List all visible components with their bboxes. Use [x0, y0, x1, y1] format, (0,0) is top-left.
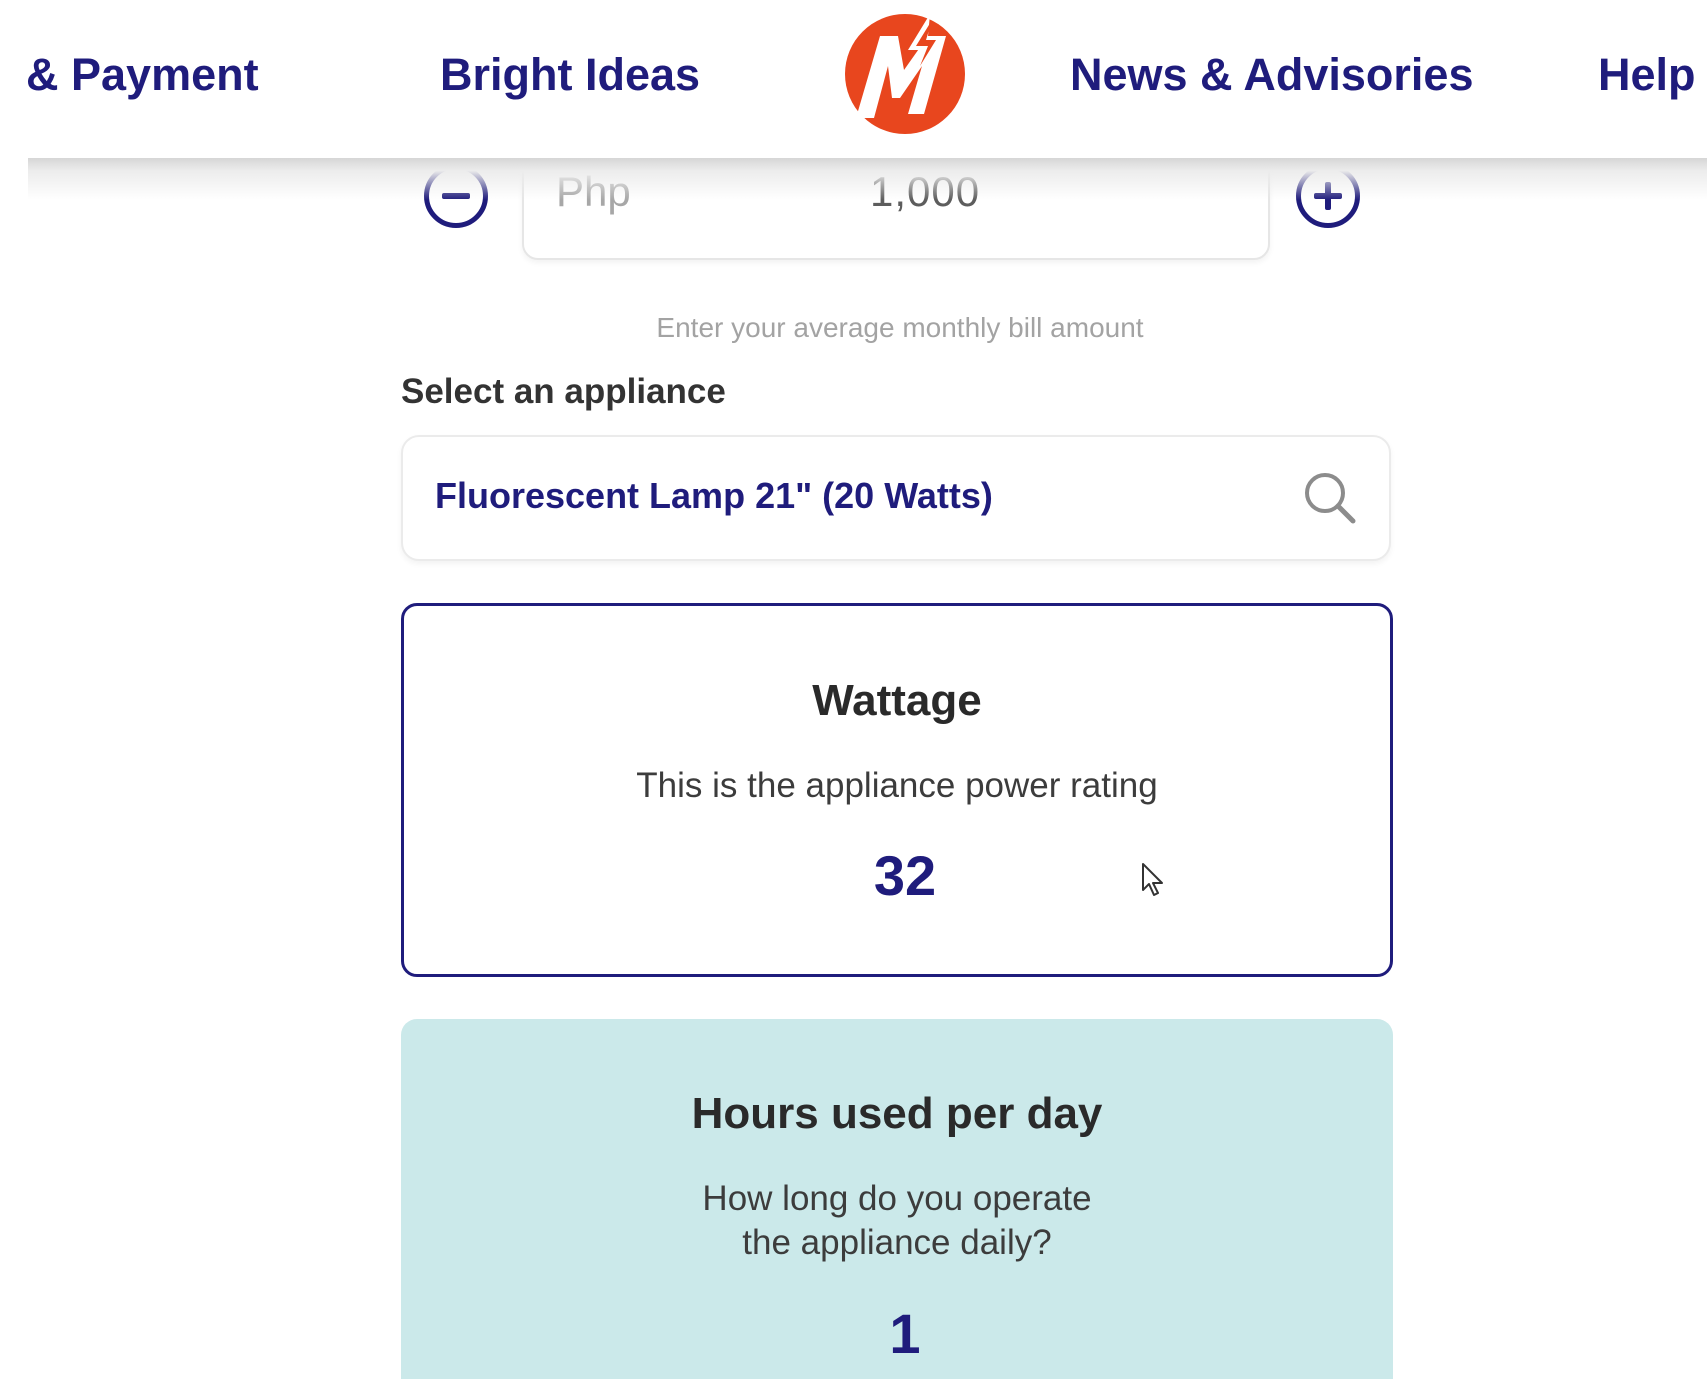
wattage-value[interactable]: 32 [412, 843, 1398, 908]
top-navigation: & Payment Bright Ideas News & Advisories… [0, 0, 1707, 158]
search-icon[interactable] [1299, 467, 1361, 529]
bill-amount-hint: Enter your average monthly bill amount [656, 312, 1144, 343]
hours-description-line1: How long do you operate [702, 1179, 1092, 1218]
hours-description: How long do you operate the appliance da… [401, 1177, 1393, 1265]
hours-card: Hours used per day How long do you opera… [401, 1019, 1393, 1379]
appliance-select-label: Select an appliance [401, 372, 726, 411]
mouse-cursor-icon [1142, 863, 1163, 896]
wattage-title: Wattage [812, 676, 982, 725]
hours-description-line2: the appliance daily? [742, 1223, 1052, 1262]
nav-link-help[interactable]: Help [1598, 44, 1696, 106]
nav-link-news-advisories[interactable]: News & Advisories [1070, 44, 1473, 106]
nav-link-bright-ideas[interactable]: Bright Ideas [440, 44, 700, 106]
wattage-description: This is the appliance power rating [636, 766, 1158, 805]
selected-appliance[interactable]: Fluorescent Lamp 21" (20 Watts) [435, 475, 993, 517]
hours-title: Hours used per day [691, 1089, 1103, 1138]
meralco-logo-icon[interactable] [838, 10, 972, 138]
energy-calculator-page: & Payment Bright Ideas News & Advisories… [0, 0, 1707, 1379]
appliance-search-field[interactable]: Fluorescent Lamp 21" (20 Watts) [401, 435, 1391, 561]
hours-value[interactable]: 1 [409, 1301, 1401, 1366]
nav-shadow [28, 158, 1707, 200]
nav-link-billing-payment[interactable]: & Payment [26, 44, 259, 106]
wattage-card: Wattage This is the appliance power rati… [401, 603, 1393, 977]
